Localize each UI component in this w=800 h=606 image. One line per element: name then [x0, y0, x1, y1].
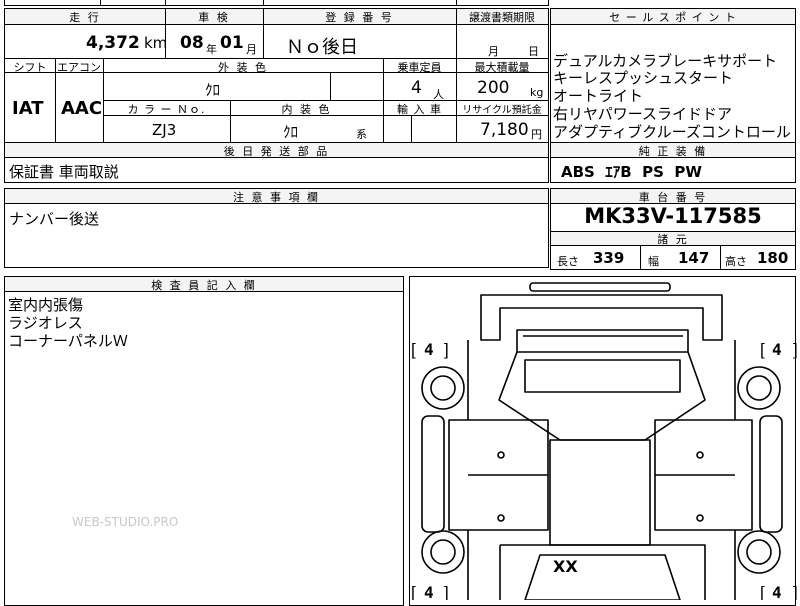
import-label: 輸 入 車 — [397, 103, 442, 116]
inspection-label: 車 検 — [198, 11, 230, 24]
interior-color-suffix: 系 — [356, 128, 367, 141]
chassis-label: 車 台 番 号 — [638, 191, 708, 204]
height-label: 高さ — [725, 255, 747, 268]
registration-value: Ｎｏ後日 — [286, 37, 358, 58]
watermark: WEB-STUDIO.PRO — [72, 515, 179, 529]
recycle-label: リサイクル預託金 — [462, 105, 542, 116]
tire-rear-left-value: 4 — [424, 583, 434, 602]
width-value: 147 — [678, 249, 710, 267]
max-load-label: 最大積載量 — [474, 61, 530, 74]
shift-label: シフト — [13, 61, 47, 74]
sales-points-label: セ ー ル ス ポ イ ン ト — [609, 11, 737, 24]
notes-value: ナンバー後送 — [9, 210, 100, 228]
exterior-color-value: ｸﾛ — [205, 81, 221, 99]
interior-color-value: ｸﾛ — [283, 123, 299, 141]
inspection-year-unit: 年 — [206, 43, 217, 56]
length-label: 長さ — [557, 255, 579, 268]
genuine-equipment-label: 純 正 装 備 — [638, 145, 708, 158]
recycle-unit: 円 — [531, 128, 542, 141]
color-no-value: ZJ3 — [152, 121, 177, 139]
inspection-month-unit: 月 — [246, 43, 257, 56]
specs-label: 諸 元 — [657, 233, 689, 246]
inspection-year: 08 — [180, 33, 204, 53]
width-label: 幅 — [648, 255, 659, 268]
tire-rear-right-value: 4 — [772, 583, 782, 602]
transfer-deadline-label: 譲渡書類期限 — [469, 11, 535, 24]
color-no-label: カ ラ ー Ｎｏ. — [127, 103, 206, 116]
aircon-label: エアコン — [57, 61, 101, 74]
damage-mark: XX — [553, 557, 578, 576]
shift-value: IAT — [12, 98, 44, 119]
mileage-unit: km — [144, 34, 168, 52]
length-value: 339 — [593, 249, 625, 267]
recycle-value: 7,180 — [480, 120, 529, 140]
tire-front-left-value: 4 — [424, 340, 434, 359]
inspector-line: コーナーパネルＷ — [8, 332, 128, 350]
later-parts-value: 保証書 車両取説 — [9, 163, 119, 181]
mileage-label: 走 行 — [69, 11, 101, 24]
aircon-value: AAC — [61, 98, 103, 119]
transfer-day-unit: 日 — [528, 45, 539, 58]
capacity-label: 乗車定員 — [397, 61, 442, 74]
capacity-value: 4 — [411, 78, 422, 98]
top-strip — [4, 0, 549, 6]
registration-label: 登 録 番 号 — [325, 11, 394, 24]
car-diagram-panel — [409, 276, 796, 606]
inspector-label: 検 査 員 記 入 欄 — [151, 279, 257, 292]
interior-color-label: 内 装 色 — [281, 103, 332, 116]
max-load-value: 200 — [477, 78, 510, 98]
tire-front-right-value: 4 — [772, 340, 782, 359]
mileage-value: 4,372 — [86, 33, 140, 53]
inspection-month: 01 — [220, 33, 244, 53]
transfer-month-unit: 月 — [488, 45, 499, 58]
sales-point-item: アダプティブクルーズコントロール — [553, 123, 791, 141]
vehicle-info-table — [4, 8, 549, 143]
later-parts-label: 後 日 発 送 部 品 — [223, 145, 330, 158]
max-load-unit: kg — [530, 86, 544, 99]
height-value: 180 — [757, 249, 789, 267]
notes-label: 注 意 事 項 欄 — [233, 191, 320, 204]
genuine-equipment-value: ABS ｴｱB PS PW — [561, 163, 702, 181]
chassis-number: MK33V-117585 — [584, 204, 762, 228]
exterior-color-label: 外 装 色 — [218, 61, 268, 74]
